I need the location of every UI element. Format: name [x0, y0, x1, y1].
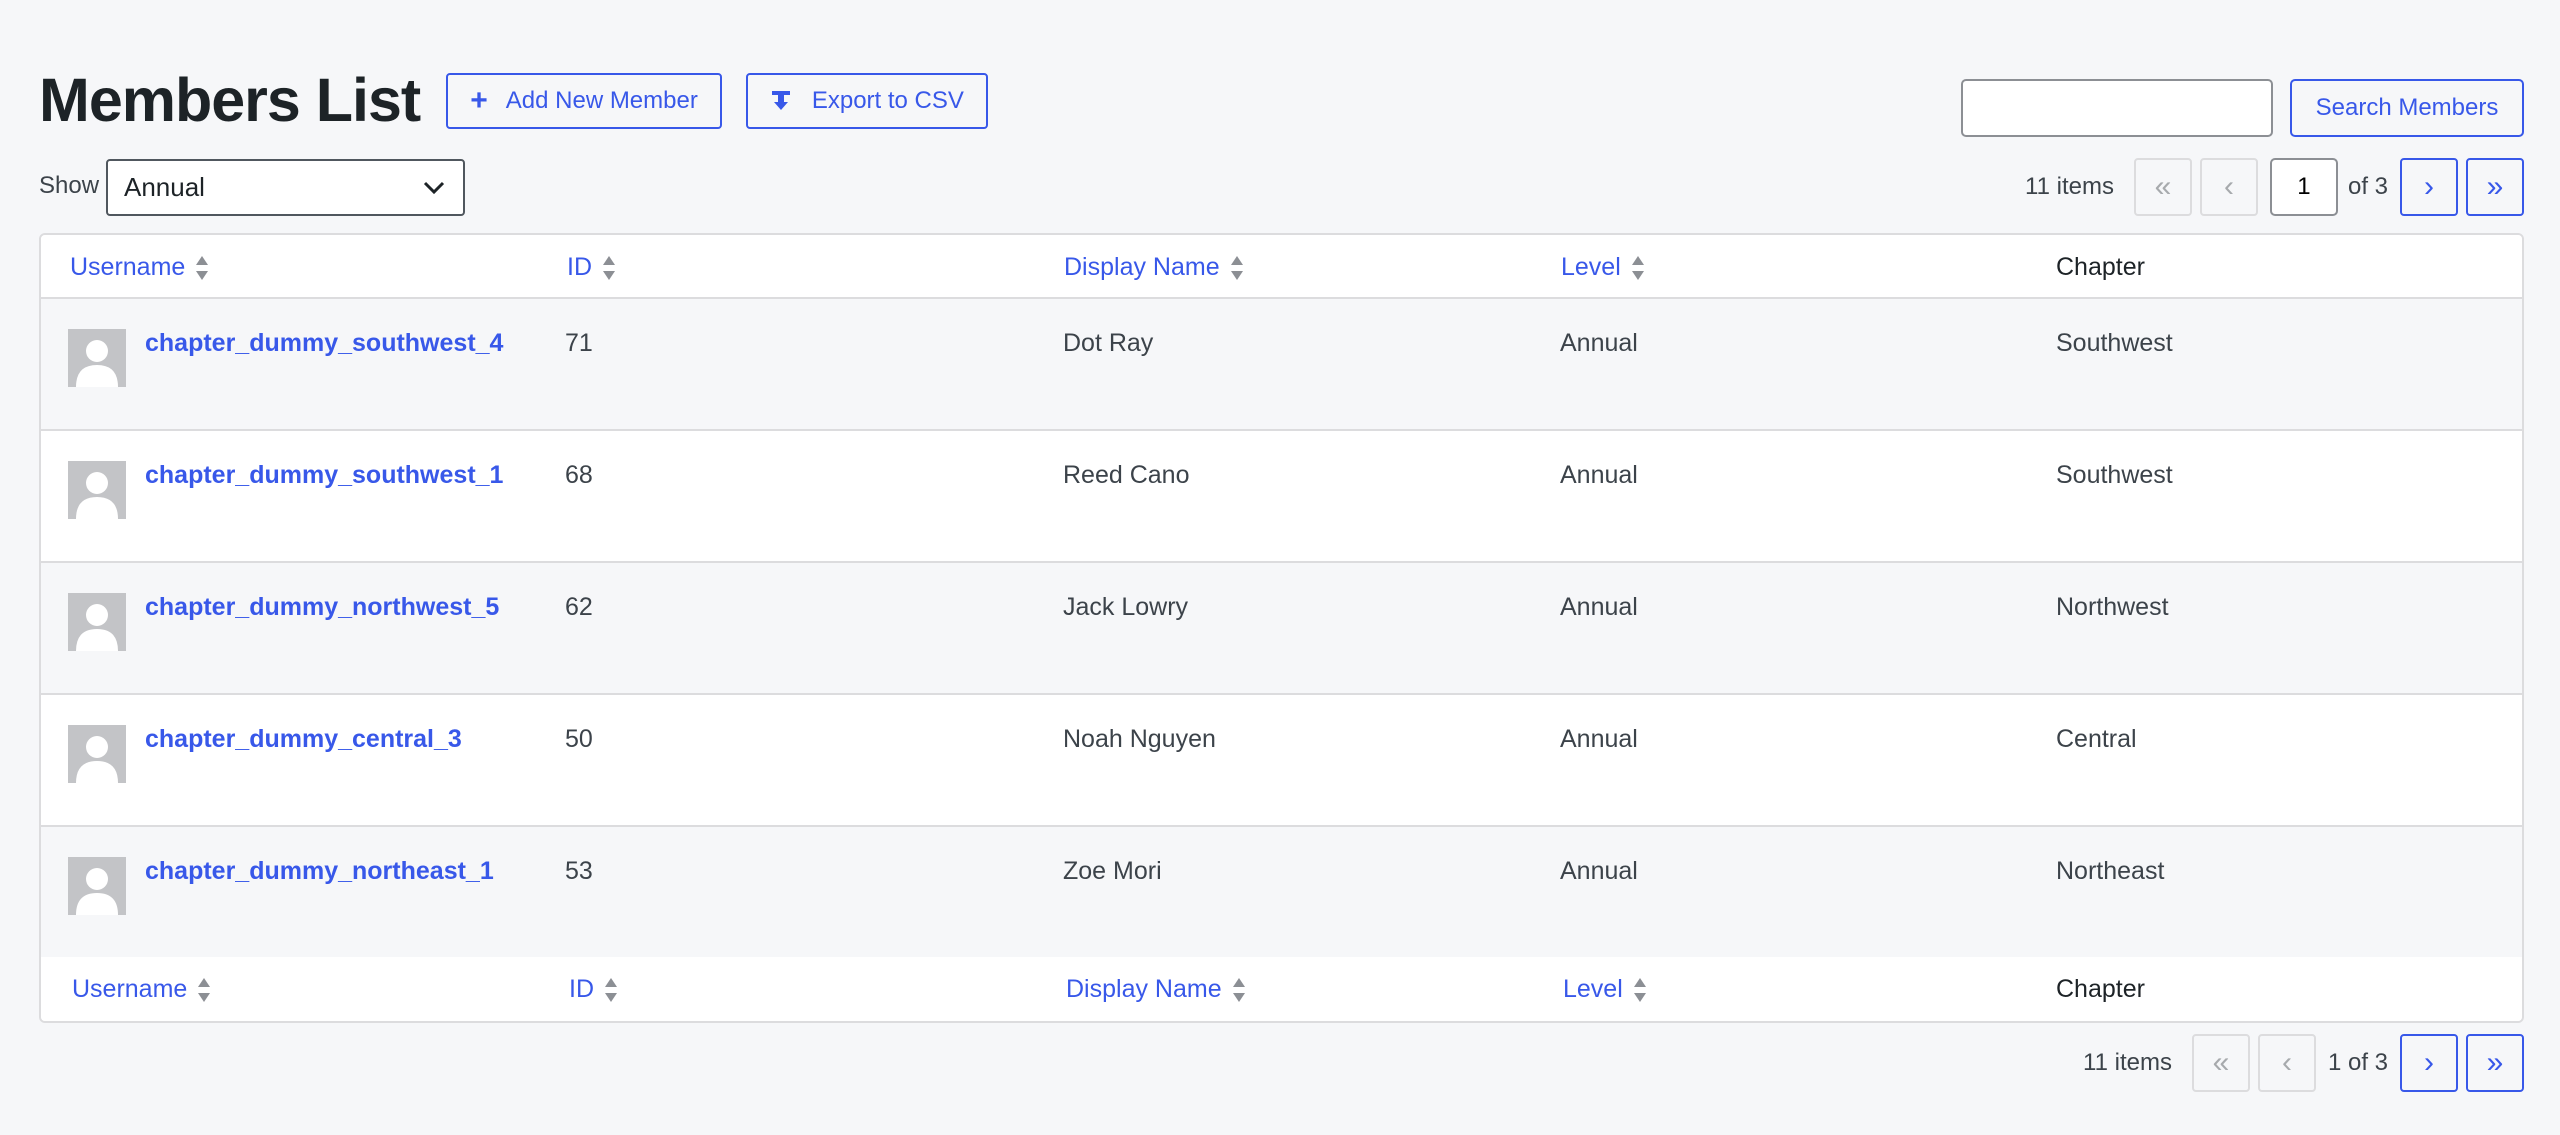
page-indicator-text: 1 of 3: [2327, 1049, 2388, 1076]
plus-icon: +: [470, 83, 488, 117]
member-level: Annual: [1560, 725, 1638, 753]
column-footer-id[interactable]: ID: [569, 975, 618, 1004]
member-level: Annual: [1560, 461, 1638, 489]
sort-icon: [1633, 977, 1646, 1002]
table-header: Username ID Display Name Level Chapter: [41, 235, 2522, 299]
total-pages-text: of 3: [2347, 173, 2388, 200]
download-icon: [771, 90, 790, 110]
member-level: Annual: [1560, 593, 1638, 621]
username-link[interactable]: chapter_dummy_northeast_1: [145, 857, 494, 886]
member-display-name: Reed Cano: [1063, 461, 1190, 489]
username-link[interactable]: chapter_dummy_southwest_4: [145, 329, 503, 358]
member-chapter: Northwest: [2056, 593, 2169, 621]
column-footer-display-name[interactable]: Display Name: [1066, 975, 1246, 1004]
first-page-button: «: [2133, 158, 2192, 216]
sort-icon: [198, 977, 211, 1002]
column-header-username-label: Username: [70, 253, 186, 281]
member-chapter: Southwest: [2056, 329, 2173, 357]
pagination-top: 11 items « ‹ of 3 › »: [2025, 158, 2524, 216]
column-footer-level[interactable]: Level: [1563, 975, 1647, 1004]
prev-page-button: ‹: [2199, 158, 2258, 216]
column-header-display-name-label: Display Name: [1064, 253, 1220, 281]
next-page-button[interactable]: ›: [2400, 1034, 2458, 1092]
add-new-member-label: Add New Member: [505, 86, 698, 114]
sort-icon: [1631, 255, 1644, 280]
member-display-name: Noah Nguyen: [1063, 725, 1216, 753]
last-page-button[interactable]: »: [2466, 1034, 2524, 1092]
column-header-level-label: Level: [1561, 253, 1621, 281]
items-count: 11 items: [2083, 1049, 2172, 1076]
table-row: chapter_dummy_central_3 50 Noah Nguyen A…: [41, 695, 2522, 827]
table-row: chapter_dummy_southwest_4 71 Dot Ray Ann…: [41, 299, 2522, 431]
avatar: [68, 329, 126, 387]
column-header-chapter: Chapter: [2056, 253, 2145, 281]
add-new-member-button[interactable]: + Add New Member: [446, 72, 722, 129]
table-row: chapter_dummy_southwest_1 68 Reed Cano A…: [41, 431, 2522, 563]
member-id: 71: [565, 329, 593, 357]
table-footer: Username ID Display Name Level Chapter: [41, 957, 2522, 1021]
sort-icon: [603, 255, 615, 280]
export-csv-button[interactable]: Export to CSV: [745, 72, 988, 129]
avatar: [68, 461, 126, 519]
column-footer-id-label: ID: [569, 975, 594, 1003]
avatar: [68, 857, 126, 915]
member-id: 50: [565, 725, 593, 753]
table-row: chapter_dummy_northeast_1 53 Zoe Mori An…: [41, 827, 2522, 957]
column-header-username[interactable]: Username: [70, 253, 209, 282]
column-footer-level-label: Level: [1563, 975, 1623, 1003]
level-filter-select[interactable]: Annual: [106, 159, 465, 216]
column-footer-display-name-label: Display Name: [1066, 975, 1222, 1003]
member-level: Annual: [1560, 329, 1638, 357]
first-page-button: «: [2191, 1034, 2250, 1092]
show-filter-label: Show: [39, 172, 100, 199]
user-avatar-icon: [76, 472, 118, 519]
column-header-id-label: ID: [567, 253, 592, 281]
member-level: Annual: [1560, 857, 1638, 885]
search-members-button[interactable]: Search Members: [2290, 79, 2524, 137]
user-avatar-icon: [76, 340, 118, 387]
last-page-button[interactable]: »: [2466, 158, 2524, 216]
column-header-display-name[interactable]: Display Name: [1064, 253, 1244, 282]
member-display-name: Zoe Mori: [1063, 857, 1162, 885]
member-id: 53: [565, 857, 593, 885]
current-page-input[interactable]: [2269, 158, 2338, 216]
items-count: 11 items: [2025, 173, 2114, 200]
username-link[interactable]: chapter_dummy_southwest_1: [145, 461, 503, 490]
user-avatar-icon: [76, 604, 118, 651]
user-avatar-icon: [76, 736, 118, 783]
export-csv-label: Export to CSV: [811, 86, 964, 114]
sort-icon: [196, 255, 209, 280]
user-avatar-icon: [76, 868, 118, 915]
member-display-name: Jack Lowry: [1063, 593, 1189, 621]
page-header: Members List + Add New Member Export to …: [39, 70, 1012, 131]
member-chapter: Northeast: [2056, 857, 2165, 885]
member-id: 68: [565, 461, 593, 489]
column-footer-username-label: Username: [72, 975, 188, 1003]
column-header-level[interactable]: Level: [1561, 253, 1645, 282]
avatar: [68, 725, 126, 783]
sort-icon: [605, 977, 617, 1002]
level-filter-value: Annual: [124, 172, 205, 202]
sort-icon: [1232, 977, 1245, 1002]
next-page-button[interactable]: ›: [2400, 158, 2458, 216]
member-id: 62: [565, 593, 593, 621]
page-title: Members List: [39, 66, 421, 134]
pagination-bottom: 11 items « ‹ 1 of 3 › »: [2083, 1034, 2524, 1092]
column-header-id[interactable]: ID: [567, 253, 616, 282]
username-link[interactable]: chapter_dummy_central_3: [145, 725, 462, 754]
member-chapter: Central: [2056, 725, 2137, 753]
chevron-down-icon: [423, 181, 445, 195]
members-table: Username ID Display Name Level Chapter c…: [39, 233, 2524, 1023]
avatar: [68, 593, 126, 651]
username-link[interactable]: chapter_dummy_northwest_5: [145, 593, 499, 622]
sort-icon: [1230, 255, 1243, 280]
table-row: chapter_dummy_northwest_5 62 Jack Lowry …: [41, 563, 2522, 695]
member-display-name: Dot Ray: [1063, 329, 1154, 357]
member-chapter: Southwest: [2056, 461, 2173, 489]
prev-page-button: ‹: [2257, 1034, 2316, 1092]
column-footer-username[interactable]: Username: [72, 975, 211, 1004]
search-input[interactable]: [1961, 79, 2273, 137]
column-footer-chapter: Chapter: [2056, 975, 2145, 1003]
